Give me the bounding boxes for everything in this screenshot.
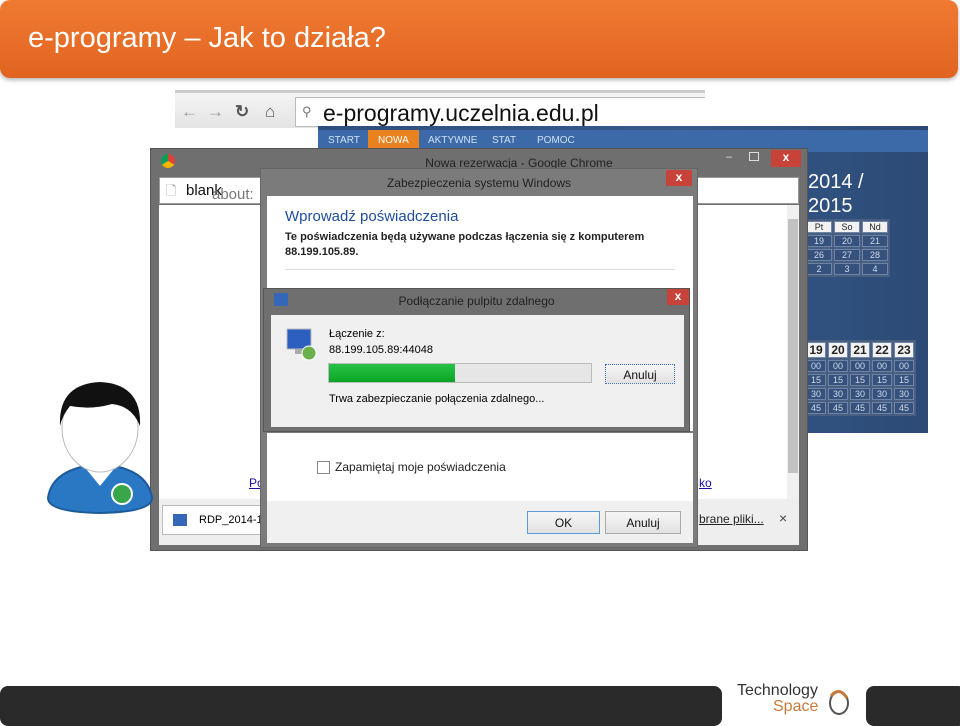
technology-space-logo: Technology Space [737, 682, 857, 718]
cell[interactable]: 2 [806, 263, 832, 275]
cell[interactable]: 15 [850, 374, 870, 386]
scrollbar[interactable] [787, 205, 799, 499]
remote-computer-icon [286, 328, 317, 361]
year-line2: 2015 [808, 195, 853, 217]
remember-checkbox[interactable] [317, 461, 330, 474]
cell[interactable]: 21 [862, 235, 888, 247]
connecting-label: Łączenie z: [329, 328, 385, 340]
search-icon: ⚲ [302, 104, 312, 119]
cell[interactable]: 00 [806, 360, 826, 372]
url-text: e-programy.uczelnia.edu.pl [323, 100, 599, 126]
cell[interactable]: 20 [834, 235, 860, 247]
slide-title: e-programy – Jak to działa? [28, 22, 386, 54]
footer-bar-right [866, 686, 960, 726]
footer-bar-left [0, 686, 722, 726]
header-cell: Nd [862, 221, 888, 233]
close-icon[interactable]: x [771, 150, 801, 167]
header-cell: So [834, 221, 860, 233]
credentials-host: 88.199.105.89. [285, 246, 359, 258]
reload-icon[interactable]: ↻ [235, 102, 249, 122]
timetable: 19 20 21 22 23 00 00 00 00 00 15 15 15 15 15 30 30 30 30 30… [804, 340, 916, 416]
maximize-icon[interactable] [749, 152, 759, 161]
cell[interactable]: 00 [850, 360, 870, 372]
download-filename: RDP_2014-1 [199, 514, 263, 526]
minimize-icon[interactable]: – [726, 151, 732, 163]
credentials-options: Zapamiętaj moje poświadczenia [267, 433, 693, 501]
cell[interactable]: 27 [834, 249, 860, 261]
cell[interactable]: 30 [828, 388, 848, 400]
cell[interactable]: 19 [806, 235, 832, 247]
nav-start[interactable]: START [328, 135, 360, 146]
cell[interactable]: 15 [894, 374, 914, 386]
cell[interactable]: 00 [828, 360, 848, 372]
header-cell: Pt [806, 221, 832, 233]
rdp-content: Łączenie z: 88.199.105.89:44048 Anuluj T… [271, 315, 684, 427]
rdp-dialog-title: Podłączanie pulpitu zdalnego [398, 294, 555, 308]
divider [285, 269, 675, 270]
academic-year: 2014 /2015 [808, 170, 864, 218]
close-icon[interactable]: x [666, 170, 692, 186]
header-cell: 19 [806, 342, 826, 358]
cell[interactable]: 28 [862, 249, 888, 261]
cell[interactable]: 26 [806, 249, 832, 261]
cell[interactable]: 4 [862, 263, 888, 275]
close-icon[interactable]: x [667, 289, 689, 305]
nav-aktywne[interactable]: AKTYWNE [428, 135, 477, 146]
page-link-right[interactable]: ko [699, 476, 712, 490]
connecting-address: 88.199.105.89:44048 [329, 344, 433, 356]
user-avatar [46, 382, 154, 515]
cell[interactable]: 30 [850, 388, 870, 400]
browser-toolbar: ← → ↻ ⌂ ⚲ e-programy.uczelnia.edu.pl [175, 90, 705, 128]
slide-title-bar: e-programy – Jak to działa? [0, 0, 958, 78]
download-item[interactable]: RDP_2014-1 [162, 505, 272, 535]
year-line1: 2014 / [808, 171, 864, 193]
header-cell: 23 [894, 342, 914, 358]
calendar: Pt So Nd 19 20 21 26 27 28 2 3 4 [804, 219, 890, 277]
show-downloads-link[interactable]: brane pliki... [699, 512, 764, 526]
header-cell: 21 [850, 342, 870, 358]
cell[interactable]: 15 [806, 374, 826, 386]
rdp-status: Trwa zabezpieczanie połączenia zdalnego.… [329, 393, 545, 405]
logo-line2: Space [773, 698, 819, 715]
cell[interactable]: 15 [872, 374, 892, 386]
cell[interactable]: 30 [894, 388, 914, 400]
home-icon[interactable]: ⌂ [265, 102, 275, 122]
nav-stat[interactable]: STAT [492, 135, 516, 146]
rdp-cancel-button[interactable]: Anuluj [605, 364, 675, 384]
remember-label: Zapamiętaj moje poświadczenia [335, 460, 506, 474]
cell[interactable]: 15 [828, 374, 848, 386]
page-icon: 🗋 [166, 183, 177, 198]
rdp-file-icon [173, 514, 187, 526]
cell[interactable]: 00 [872, 360, 892, 372]
nav-pomoc[interactable]: POMOC [537, 135, 575, 146]
forward-arrow-icon[interactable]: → [207, 102, 224, 122]
cell[interactable]: 45 [850, 402, 870, 414]
cell[interactable]: 45 [894, 402, 914, 414]
address-scheme: about: [212, 186, 254, 203]
cell[interactable]: 30 [872, 388, 892, 400]
cell[interactable]: 45 [806, 402, 826, 414]
cancel-button[interactable]: Anuluj [605, 511, 681, 534]
credentials-heading: Wprowadź poświadczenia [285, 208, 459, 225]
header-cell: 20 [828, 342, 848, 358]
close-download-bar-icon[interactable]: × [779, 510, 787, 526]
back-arrow-icon[interactable]: ← [181, 102, 198, 122]
dialog-footer: OK Anuluj [267, 501, 693, 543]
cell[interactable]: 45 [872, 402, 892, 414]
progress-fill [329, 364, 455, 382]
ok-button[interactable]: OK [527, 511, 600, 534]
remote-desktop-dialog: Podłączanie pulpitu zdalnego x Łączenie … [263, 288, 690, 432]
connection-progress-bar [328, 363, 592, 383]
security-dialog-title: Zabezpieczenia systemu Windows [386, 176, 572, 190]
address-bar[interactable]: ⚲ e-programy.uczelnia.edu.pl [295, 97, 705, 127]
cell[interactable]: 30 [806, 388, 826, 400]
cell[interactable]: 45 [828, 402, 848, 414]
cell[interactable]: 3 [834, 263, 860, 275]
cell[interactable]: 00 [894, 360, 914, 372]
credentials-text: Te poświadczenia będą używane podczas łą… [285, 231, 645, 243]
header-cell: 22 [872, 342, 892, 358]
badge-icon [111, 483, 133, 505]
swirl-logo-icon [829, 690, 849, 715]
